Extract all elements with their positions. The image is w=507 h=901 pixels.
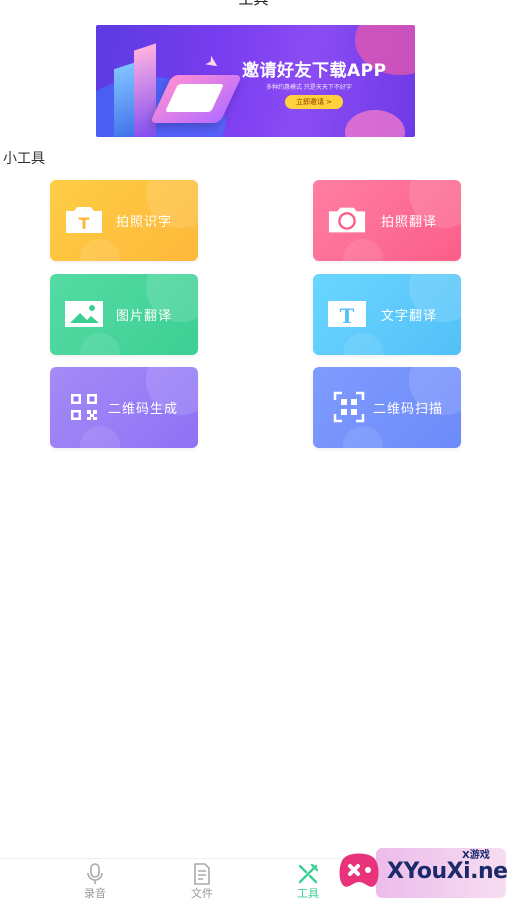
- tool-label: 二维码扫描: [373, 402, 444, 417]
- section-title: 小工具: [3, 151, 45, 167]
- site-watermark: XYouXi.net X游戏: [336, 842, 507, 901]
- tab-label: 工具: [297, 887, 319, 900]
- image-translate-button[interactable]: 图片翻译: [50, 274, 198, 355]
- image-icon: [64, 298, 104, 330]
- watermark-small: X游戏: [462, 850, 490, 861]
- qr-scan-button[interactable]: 二维码扫描: [313, 367, 461, 448]
- text-camera-icon: T: [64, 204, 104, 236]
- banner-decoration: [345, 110, 405, 137]
- document-icon: [182, 863, 222, 885]
- svg-text:T: T: [340, 304, 355, 328]
- text-icon: T: [327, 298, 367, 330]
- tab-label: 录音: [84, 887, 106, 900]
- tool-label: 文字翻译: [381, 309, 438, 324]
- camera-icon: [327, 204, 367, 236]
- gamepad-icon: [338, 850, 380, 890]
- text-translate-button[interactable]: T 文字翻译: [313, 274, 461, 355]
- tools-icon: [288, 863, 328, 885]
- photo-ocr-button[interactable]: T 拍照识字: [50, 180, 198, 261]
- rocket-icon: ➤: [201, 50, 224, 75]
- building-illustration: [134, 43, 156, 137]
- tab-files[interactable]: 文件: [182, 863, 222, 901]
- tool-label: 二维码生成: [108, 402, 179, 417]
- svg-text:T: T: [79, 214, 90, 233]
- invite-button[interactable]: 立即邀请 >: [285, 95, 343, 109]
- qr-generate-button[interactable]: 二维码生成: [50, 367, 198, 448]
- tool-label: 图片翻译: [116, 309, 173, 324]
- page-title: 工具: [0, 0, 507, 8]
- banner-headline: 邀请好友下载APP: [242, 61, 387, 81]
- qr-code-icon: [64, 391, 104, 423]
- invite-banner[interactable]: ➤ 邀请好友下载APP 多种约惠模式 只是天天下不好字 立即邀请 >: [96, 25, 415, 137]
- tool-label: 拍照翻译: [381, 215, 438, 230]
- qr-scan-icon: [329, 391, 369, 423]
- tab-tools[interactable]: 工具: [288, 863, 328, 901]
- microphone-icon: [75, 863, 115, 885]
- photo-translate-button[interactable]: 拍照翻译: [313, 180, 461, 261]
- tab-label: 文件: [191, 887, 213, 900]
- tab-record[interactable]: 录音: [75, 863, 115, 901]
- tool-label: 拍照识字: [116, 215, 173, 230]
- banner-subtitle: 多种约惠模式 只是天天下不好字: [266, 84, 352, 91]
- watermark-text: XYouXi.net: [387, 859, 507, 884]
